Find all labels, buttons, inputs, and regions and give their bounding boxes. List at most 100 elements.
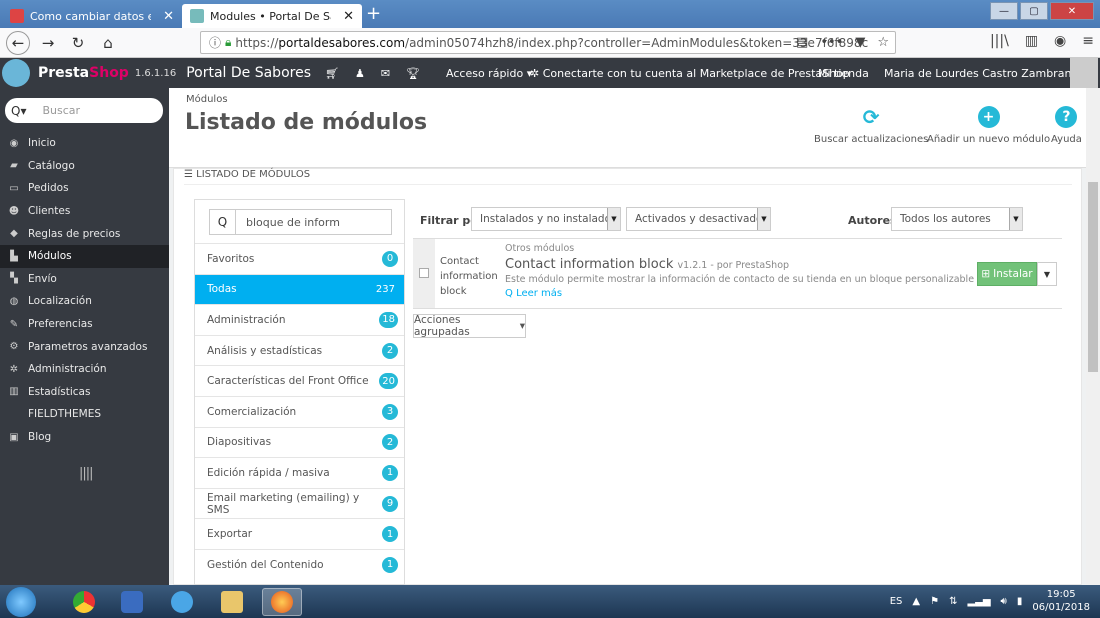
browser-tab-2-title: Modules • Portal De Sabores [210, 9, 331, 23]
category-item[interactable]: Email marketing (emailing) y SMS 9 [195, 487, 404, 519]
avatar[interactable] [1070, 58, 1098, 88]
sidebar-item-inicio[interactable]: ◉ Inicio [0, 132, 169, 155]
explorer-app-icon[interactable] [212, 588, 252, 616]
page-scrollbar[interactable] [1086, 88, 1100, 585]
show-hidden-icons-icon[interactable]: ▲ [912, 596, 920, 607]
sidebar-item-estad-sticas[interactable]: ▥ Estadísticas [0, 381, 169, 404]
authors-filter-select[interactable]: Todos los autores ▼ [891, 207, 1023, 231]
sidebar-item-pedidos[interactable]: ▭ Pedidos [0, 177, 169, 200]
pocket-icon[interactable]: ▼ [855, 35, 865, 50]
category-item[interactable]: Edición rápida / masiva 1 [195, 457, 404, 488]
sidebar-item-icon: ⚙ [9, 341, 19, 353]
sidebar-item-cat-logo[interactable]: ▰ Catálogo [0, 155, 169, 178]
sidebar-item-clientes[interactable]: ☻ Clientes [0, 200, 169, 223]
category-label: Favoritos [207, 252, 255, 265]
module-checkbox[interactable] [419, 268, 429, 278]
category-item[interactable]: Favoritos 0 [195, 243, 404, 274]
maximize-icon[interactable]: ▢ [1020, 2, 1048, 20]
sidebar-item-fieldthemes[interactable]: FIELDTHEMES [0, 403, 169, 426]
back-icon[interactable]: ← [6, 30, 30, 55]
my-shop-link[interactable]: Mi tienda [818, 67, 869, 80]
customer-icon[interactable]: ♟ [355, 67, 365, 80]
shop-name-link[interactable]: Portal De Sabores [186, 65, 311, 81]
signal-icon[interactable]: ▂▃▅ [967, 596, 990, 607]
firefox-app-icon[interactable] [262, 588, 302, 616]
marketplace-link[interactable]: ✲ Conectarte con tu cuenta al Marketplac… [530, 67, 850, 80]
install-filter-select[interactable]: Instalados y no instalados ▼ [471, 207, 621, 231]
ie-app-icon[interactable] [162, 588, 202, 616]
browser-tab-1[interactable]: Como cambiar datos en la adm ✕ [2, 4, 182, 28]
list-icon: ☰ [184, 169, 193, 180]
bookmark-star-icon[interactable]: ☆ [877, 35, 889, 50]
bulk-actions-button[interactable]: Acciones agrupadas ▾ [413, 314, 526, 338]
extension-icon[interactable]: ◉ [1054, 33, 1066, 49]
user-menu[interactable]: Maria de Lourdes Castro Zambrano ▾ [884, 67, 1087, 80]
sidebar-item-reglas-de-precios[interactable]: ◆ Reglas de precios [0, 222, 169, 245]
sidebar-item-env-o[interactable]: ▚ Envío [0, 268, 169, 291]
new-tab-icon[interactable]: + [366, 3, 381, 24]
search-icon[interactable]: Q [210, 210, 236, 234]
install-button[interactable]: ⊞ Instalar [977, 262, 1037, 286]
sidebar-item-administraci-n[interactable]: ✲ Administración [0, 358, 169, 381]
reload-icon[interactable]: ↻ [66, 31, 90, 55]
quick-access-menu[interactable]: Acceso rápido ▾ [446, 67, 532, 80]
clock[interactable]: 19:05 06/01/2018 [1032, 588, 1090, 614]
chrome-app-icon[interactable] [64, 588, 104, 616]
close-tab-icon[interactable]: ✕ [163, 9, 174, 24]
category-item[interactable]: Análisis y estadísticas 2 [195, 334, 404, 366]
reader-view-icon[interactable]: ▤ [796, 35, 808, 50]
module-search-input[interactable]: Q bloque de inform [209, 209, 392, 235]
home-icon[interactable]: ⌂ [96, 31, 120, 55]
library-icon[interactable]: |||\ [990, 33, 1009, 49]
message-icon[interactable]: ✉ [381, 67, 390, 80]
check-updates-button[interactable]: ⟳ Buscar actualizaciones [814, 105, 928, 145]
category-count-badge: 1 [382, 464, 398, 481]
sidebar-toggle-icon[interactable]: ▥ [1025, 33, 1038, 49]
search-input[interactable]: Q▾ Buscar [5, 98, 163, 123]
scrollbar-thumb[interactable] [1088, 182, 1098, 372]
forward-icon[interactable]: → [36, 31, 60, 55]
sidebar-item-blog[interactable]: ▣ Blog [0, 426, 169, 449]
read-more-link[interactable]: Q Leer más [505, 288, 562, 299]
flag-icon[interactable]: ⚑ [930, 596, 939, 607]
close-window-icon[interactable]: ✕ [1050, 2, 1094, 20]
module-short-name-line-1: Contact [440, 256, 479, 267]
category-item[interactable]: Diapositivas 2 [195, 426, 404, 458]
install-options-dropdown[interactable]: ▼ [1037, 262, 1057, 286]
trophy-icon[interactable]: 🏆︎ [406, 67, 420, 80]
menu-icon[interactable]: ≡ [1082, 33, 1094, 49]
page-actions-icon[interactable]: ••• [820, 35, 843, 50]
category-item[interactable]: Comercialización 3 [195, 395, 404, 427]
volume-icon[interactable]: 🔊︎ [1001, 596, 1007, 607]
category-item[interactable]: Gestión del Contenido 1 [195, 548, 404, 580]
media-player-app-icon[interactable] [112, 588, 152, 616]
module-search-value: bloque de inform [246, 215, 340, 229]
cart-icon[interactable]: 🛒︎ [325, 67, 339, 80]
sidebar-item-localizaci-n[interactable]: ◍ Localización [0, 290, 169, 313]
battery-icon[interactable]: ▮ [1017, 596, 1023, 607]
sidebar-item-label: Administración [28, 363, 107, 376]
search-icon[interactable]: Q▾ [11, 104, 26, 118]
language-indicator[interactable]: ES [890, 596, 903, 607]
breadcrumb[interactable]: Módulos [186, 94, 228, 105]
start-button-icon[interactable] [6, 587, 36, 617]
help-label: Ayuda [1051, 134, 1082, 145]
sidebar-item-preferencias[interactable]: ✎ Preferencias [0, 313, 169, 336]
network-icon[interactable]: ⇅ [949, 596, 957, 607]
sidebar-item-icon: ▥ [9, 386, 19, 398]
close-tab-icon[interactable]: ✕ [343, 9, 354, 24]
active-filter-select[interactable]: Activados y desactivados ▼ [626, 207, 771, 231]
sidebar-item-m-dulos[interactable]: ▙ Módulos [0, 244, 169, 268]
help-button[interactable]: ? Ayuda [1051, 106, 1082, 145]
category-item[interactable]: Características del Front Office 20 [195, 365, 404, 396]
sidebar-item-parametros-avanzados[interactable]: ⚙ Parametros avanzados [0, 335, 169, 358]
category-item[interactable]: Administración 18 [195, 304, 404, 335]
url-bar[interactable]: ⓘ 🔒︎ https://portaldesabores.com/admin05… [200, 31, 896, 54]
browser-tab-2[interactable]: Modules • Portal De Sabores ✕ [182, 4, 362, 28]
minimize-icon[interactable]: — [990, 2, 1018, 20]
category-item[interactable]: Exportar 1 [195, 518, 404, 549]
collapse-menu-icon[interactable]: |||| [79, 466, 93, 481]
info-icon[interactable]: ⓘ [209, 34, 221, 51]
add-module-button[interactable]: + Añadir un nuevo módulo [927, 106, 1050, 145]
category-item[interactable]: Todas 237 [195, 273, 404, 305]
